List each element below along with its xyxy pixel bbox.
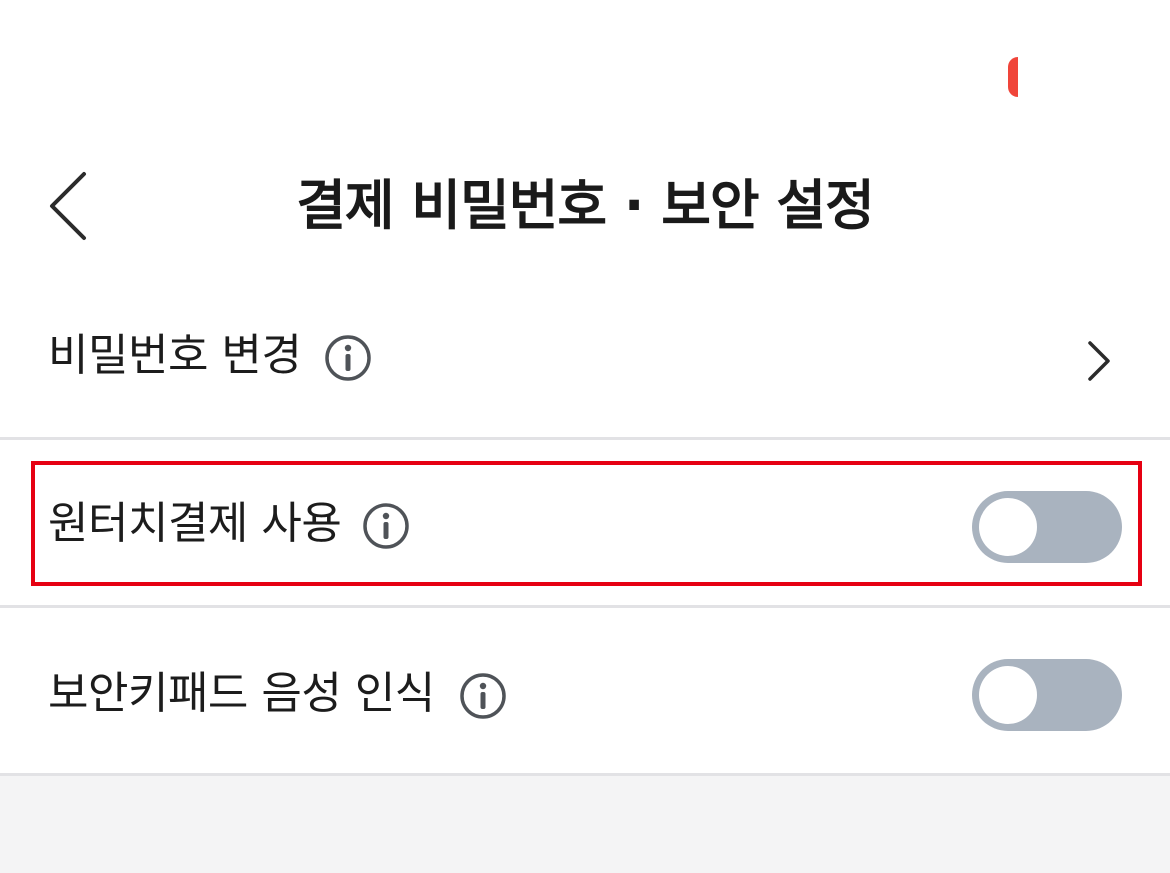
one-touch-payment-label: 원터치결제 사용 bbox=[48, 498, 342, 549]
change-password-label: 비밀번호 변경 bbox=[48, 330, 302, 381]
keypad-voice-toggle[interactable] bbox=[972, 659, 1122, 731]
info-circle-icon[interactable] bbox=[323, 333, 373, 383]
status-indicator bbox=[1008, 57, 1018, 97]
toggle-knob bbox=[979, 498, 1037, 556]
header-area: 결제 비밀번호 · 보안 설정 bbox=[0, 0, 1170, 288]
toggle-knob bbox=[979, 666, 1037, 724]
info-circle-icon[interactable] bbox=[361, 501, 411, 551]
chevron-left-icon bbox=[50, 172, 86, 240]
settings-row-one-touch-payment: 원터치결제 사용 bbox=[0, 440, 1170, 608]
info-circle-icon[interactable] bbox=[458, 671, 508, 721]
settings-row-change-password[interactable]: 비밀번호 변경 bbox=[0, 288, 1170, 440]
one-touch-payment-toggle[interactable] bbox=[972, 491, 1122, 563]
settings-screen: 결제 비밀번호 · 보안 설정 비밀번호 변경 원터치결제 사용 보안키패드 음… bbox=[0, 0, 1170, 873]
chevron-right-icon bbox=[1082, 338, 1116, 384]
settings-row-keypad-voice: 보안키패드 음성 인식 bbox=[0, 608, 1170, 776]
page-title: 결제 비밀번호 · 보안 설정 bbox=[296, 174, 875, 237]
back-button[interactable] bbox=[36, 166, 106, 248]
keypad-voice-label: 보안키패드 음성 인식 bbox=[48, 668, 435, 719]
empty-background bbox=[0, 776, 1170, 873]
